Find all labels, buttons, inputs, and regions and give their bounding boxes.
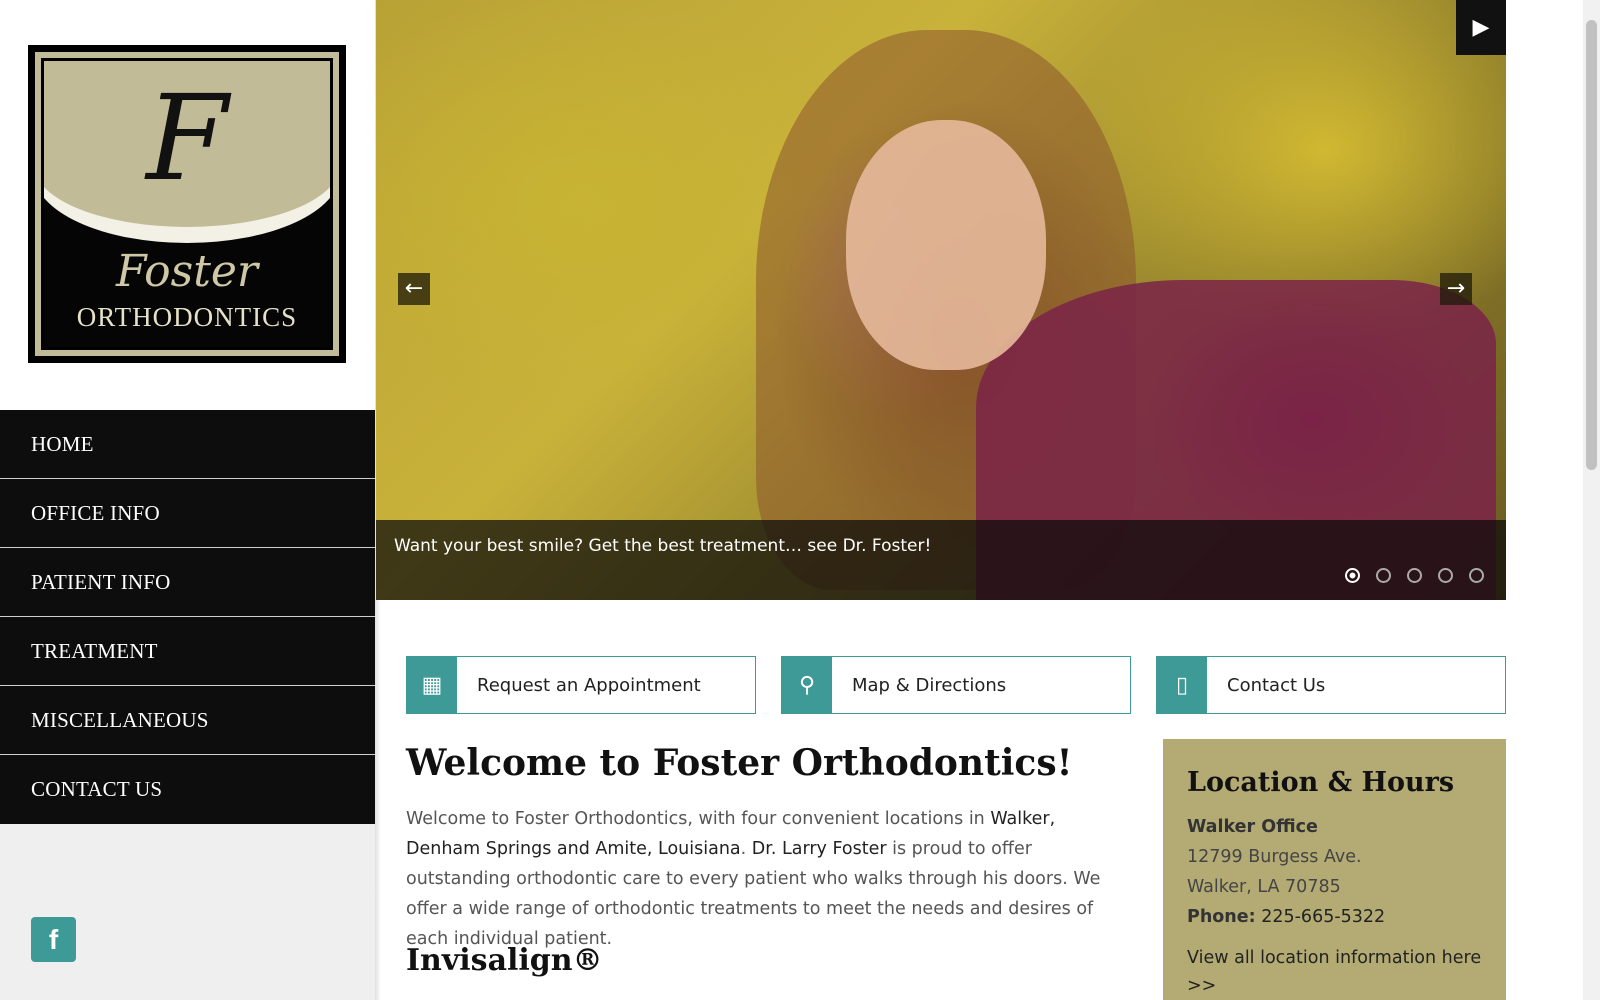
nav-item-treatment[interactable]: TREATMENT: [0, 617, 375, 686]
doctor-link[interactable]: Dr. Larry Foster: [752, 839, 887, 859]
nav-item-label: PATIENT INFO: [31, 569, 171, 594]
slider-caption: Want your best smile? Get the best treat…: [394, 536, 932, 556]
foster-orthodontics-logo[interactable]: F Foster ORTHODONTICS: [28, 45, 346, 363]
phone-icon: ▯: [1157, 657, 1207, 713]
office-name: Walker Office: [1187, 812, 1482, 842]
nav-item-label: TREATMENT: [31, 638, 158, 663]
cta-label: Map & Directions: [852, 674, 1007, 696]
phone-glyph: ▯: [1175, 672, 1189, 698]
nav-item-contact-us[interactable]: CONTACT US: [0, 755, 375, 824]
nav-item-label: MISCELLANEOUS: [31, 707, 209, 732]
office-name-text: Walker Office: [1187, 817, 1318, 837]
arrow-left-icon: ←: [404, 276, 424, 301]
welcome-heading: Welcome to Foster Orthodontics!: [406, 742, 1073, 784]
map-pin-icon: ⚲: [782, 657, 832, 713]
nav-item-home[interactable]: HOME: [0, 410, 375, 479]
office-phone: Phone: 225-665-5322: [1187, 902, 1482, 932]
calendar-icon: ▦: [407, 657, 457, 713]
nav-item-label: HOME: [31, 431, 94, 456]
nav-item-label: CONTACT US: [31, 777, 163, 801]
hero-image-face: [846, 120, 1046, 370]
request-appointment-button[interactable]: ▦ Request an Appointment: [406, 656, 756, 714]
office-street: 12799 Burgess Ave.: [1187, 847, 1362, 867]
location-hours-panel: Location & Hours Walker Office 12799 Bur…: [1163, 739, 1506, 1000]
cta-row: ▦ Request an Appointment ⚲ Map & Directi…: [406, 656, 1506, 714]
location-hours-heading: Location & Hours: [1187, 767, 1455, 798]
phone-number[interactable]: 225-665-5322: [1261, 907, 1385, 927]
facebook-button[interactable]: f: [31, 917, 76, 962]
welcome-paragraph: Welcome to Foster Orthodontics, with fou…: [406, 804, 1131, 954]
contact-us-button[interactable]: ▯ Contact Us: [1156, 656, 1506, 714]
view-all-locations-link[interactable]: View all location information here >>: [1187, 944, 1482, 1000]
play-icon: ▶: [1472, 15, 1490, 40]
slider-play-button[interactable]: ▶: [1456, 0, 1506, 55]
welcome-text-2: .: [740, 839, 752, 859]
nav-item-label: OFFICE INFO: [31, 500, 160, 525]
hero-slider: ▶ ← → Want your best smile? Get the best…: [376, 0, 1506, 600]
slider-caption-bar: Want your best smile? Get the best treat…: [376, 520, 1506, 600]
slider-prev-button[interactable]: ←: [398, 273, 430, 305]
cta-label: Request an Appointment: [477, 674, 701, 696]
logo-frame: F Foster ORTHODONTICS: [41, 58, 333, 350]
slider-dot-4[interactable]: [1438, 568, 1453, 583]
arrow-right-icon: →: [1446, 276, 1466, 301]
slider-dot-2[interactable]: [1376, 568, 1391, 583]
main-nav: HOME OFFICE INFO PATIENT INFO TREATMENT …: [0, 410, 375, 824]
slider-next-button[interactable]: →: [1440, 273, 1472, 305]
logo-subtitle: ORTHODONTICS: [76, 302, 298, 332]
phone-label: Phone:: [1187, 907, 1256, 927]
calendar-glyph: ▦: [421, 672, 443, 698]
welcome-text-1: Welcome to Foster Orthodontics, with fou…: [406, 809, 991, 829]
slider-pagination: [1345, 568, 1484, 583]
logo-name: Foster: [116, 246, 258, 297]
map-directions-button[interactable]: ⚲ Map & Directions: [781, 656, 1131, 714]
nav-item-miscellaneous[interactable]: MISCELLANEOUS: [0, 686, 375, 755]
facebook-icon: f: [48, 923, 59, 955]
page-scrollbar[interactable]: [1583, 0, 1600, 1000]
nav-item-office-info[interactable]: OFFICE INFO: [0, 479, 375, 548]
scrollbar-thumb[interactable]: [1586, 20, 1597, 470]
logo-area: F Foster ORTHODONTICS: [0, 0, 375, 410]
nav-item-patient-info[interactable]: PATIENT INFO: [0, 548, 375, 617]
slider-dot-3[interactable]: [1407, 568, 1422, 583]
slider-dot-1[interactable]: [1345, 568, 1360, 583]
office-city: Walker, LA 70785: [1187, 877, 1341, 897]
logo-inner: F Foster ORTHODONTICS: [35, 52, 339, 356]
logo-letter: F: [146, 69, 228, 207]
sidebar: F Foster ORTHODONTICS HOME OFFICE INFO P…: [0, 0, 375, 1000]
cta-label: Contact Us: [1227, 674, 1326, 696]
invisalign-heading: Invisalign®: [406, 943, 603, 978]
map-pin-glyph: ⚲: [798, 672, 816, 698]
slider-dot-5[interactable]: [1469, 568, 1484, 583]
